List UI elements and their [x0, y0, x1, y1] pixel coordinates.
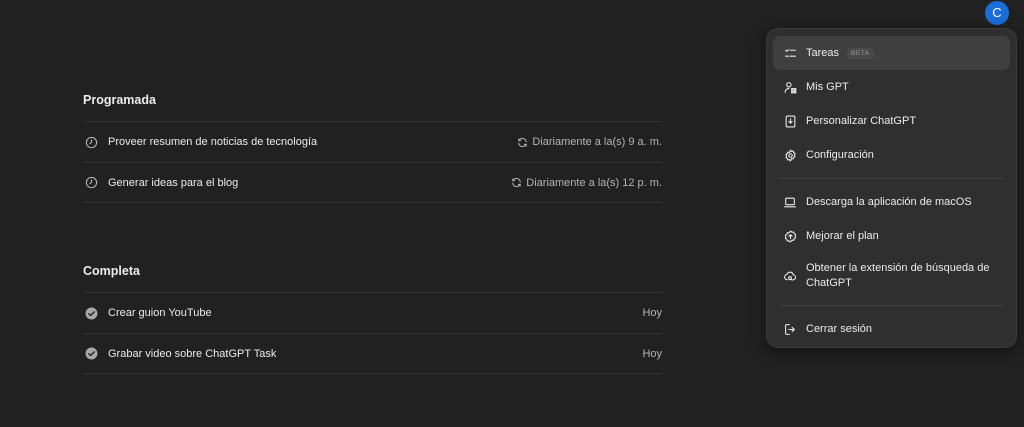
menu-item-upgrade-plan[interactable]: Mejorar el plan — [773, 219, 1010, 253]
extension-icon — [783, 269, 797, 283]
menu-item-label: Cerrar sesión — [806, 322, 873, 335]
scheduled-task-row[interactable]: Generar ideas para el blog Diariamente a… — [83, 162, 662, 203]
completed-task-row[interactable]: Crear guion YouTube Hoy — [83, 292, 662, 333]
task-schedule-text: Diariamente a la(s) 12 p. m. — [526, 176, 662, 189]
tasks-icon — [783, 46, 797, 60]
gear-icon — [783, 148, 797, 162]
menu-item-label: Descarga la aplicación de macOS — [806, 195, 972, 208]
upgrade-icon — [783, 229, 797, 243]
menu-item-label: Configuración — [806, 148, 874, 161]
account-menu: Tareas BETA Mis GPT Personalizar ChatGPT… — [766, 28, 1017, 348]
clock-icon — [84, 176, 98, 190]
menu-item-my-gpts[interactable]: Mis GPT — [773, 70, 1010, 104]
task-schedule: Diariamente a la(s) 9 a. m. — [517, 136, 662, 148]
task-schedule: Diariamente a la(s) 12 p. m. — [511, 177, 662, 189]
menu-item-search-extension[interactable]: Obtener la extensión de búsqueda de Chat… — [773, 253, 1010, 299]
task-completed-date: Hoy — [642, 347, 662, 360]
menu-divider — [779, 178, 1004, 179]
tasks-page: Programada Proveer resumen de noticias d… — [0, 0, 1024, 427]
scheduled-task-row[interactable]: Proveer resumen de noticias de tecnologí… — [83, 121, 662, 162]
scheduled-section: Programada Proveer resumen de noticias d… — [83, 92, 662, 203]
beta-badge: BETA — [847, 47, 874, 59]
completed-section: Completa Crear guion YouTube Hoy Grabar … — [83, 263, 662, 374]
completed-section-title: Completa — [83, 264, 140, 278]
menu-item-tasks[interactable]: Tareas BETA — [773, 36, 1010, 70]
task-completed-date: Hoy — [642, 307, 662, 319]
task-schedule-text: Diariamente a la(s) 9 a. m. — [532, 136, 662, 148]
completed-task-row[interactable]: Grabar video sobre ChatGPT Task Hoy — [83, 333, 662, 374]
check-circle-icon — [84, 306, 98, 320]
check-circle-icon — [84, 347, 98, 361]
gpts-icon — [783, 80, 797, 94]
menu-divider — [779, 305, 1004, 306]
menu-item-logout[interactable]: Cerrar sesión — [773, 312, 1010, 346]
task-label: Generar ideas para el blog — [108, 176, 239, 189]
repeat-icon — [512, 177, 521, 188]
laptop-icon — [783, 195, 797, 209]
menu-item-label: Obtener la extensión de búsqueda de Chat… — [806, 262, 990, 289]
menu-item-label: Personalizar ChatGPT — [806, 114, 917, 127]
repeat-icon — [518, 137, 528, 147]
customize-icon — [783, 114, 797, 128]
menu-item-label: Tareas — [806, 46, 840, 59]
task-label: Grabar video sobre ChatGPT Task — [108, 347, 277, 360]
task-label: Proveer resumen de noticias de tecnologí… — [108, 136, 318, 148]
task-label: Crear guion YouTube — [108, 307, 212, 319]
menu-item-label: Mis GPT — [806, 80, 849, 93]
menu-item-download-macos[interactable]: Descarga la aplicación de macOS — [773, 185, 1010, 219]
menu-item-label: Mejorar el plan — [806, 229, 879, 242]
scheduled-section-title: Programada — [83, 93, 156, 107]
clock-icon — [84, 135, 98, 149]
logout-icon — [783, 322, 797, 336]
menu-item-customize[interactable]: Personalizar ChatGPT — [773, 104, 1010, 138]
user-avatar-button[interactable]: C — [985, 1, 1009, 25]
menu-item-settings[interactable]: Configuración — [773, 138, 1010, 172]
